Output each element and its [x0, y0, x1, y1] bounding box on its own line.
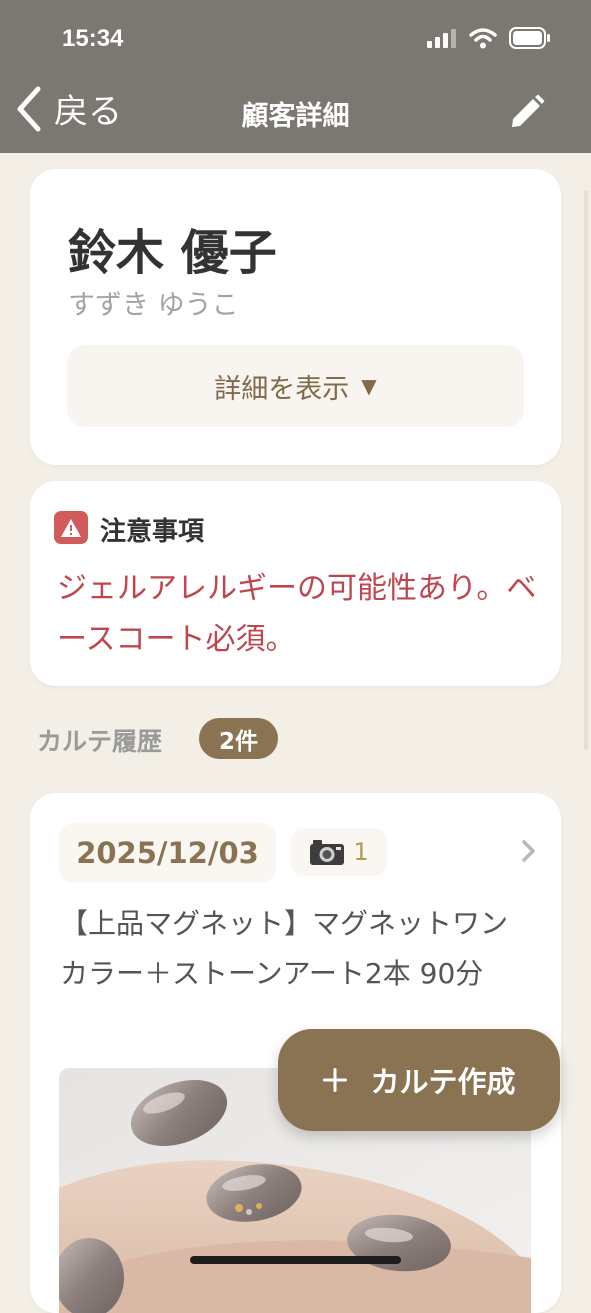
app-header: 15:34 戻る 顧客詳細: [0, 0, 591, 153]
chevron-right-icon: [522, 840, 535, 862]
caret-down-icon: ▼: [361, 374, 377, 398]
scrollbar[interactable]: [584, 190, 588, 750]
customer-name: 鈴木 優子: [68, 225, 277, 281]
battery-icon: [509, 27, 550, 49]
history-section-label: カルテ履歴: [37, 727, 163, 756]
history-count-badge: 2件: [199, 718, 278, 759]
create-record-button[interactable]: カルテ作成: [278, 1029, 560, 1131]
customer-card: 鈴木 優子 すずき ゆうこ 詳細を表示 ▼: [30, 169, 561, 465]
show-details-button[interactable]: 詳細を表示 ▼: [67, 345, 524, 427]
signal-icon: [427, 29, 456, 48]
warning-message: ジェルアレルギーの可能性あり。ベースコート必須。: [57, 571, 537, 657]
create-record-label: カルテ作成: [370, 1065, 516, 1099]
pencil-icon: [512, 94, 545, 127]
edit-button[interactable]: [509, 94, 545, 134]
home-indicator: [190, 1256, 401, 1264]
status-icons: [427, 27, 551, 49]
plus-icon: [323, 1068, 348, 1092]
warning-title: 注意事項: [100, 517, 205, 547]
wifi-icon: [469, 28, 497, 49]
show-details-label: 詳細を表示: [214, 373, 350, 405]
photo-count: 1: [353, 838, 369, 866]
record-date: 2025/12/03: [59, 823, 276, 883]
record-description: 【上品マグネット】マグネットワンカラー＋ストーンアート2本 90分: [60, 907, 509, 990]
photo-count-chip: 1: [291, 828, 387, 876]
page-title: 顧客詳細: [241, 101, 350, 132]
status-time: 15:34: [62, 25, 124, 52]
customer-kana: すずき ゆうこ: [68, 290, 239, 321]
warning-card: 注意事項 ジェルアレルギーの可能性あり。ベースコート必須。: [30, 481, 561, 686]
camera-icon: [310, 840, 345, 865]
warning-icon: [54, 511, 88, 544]
